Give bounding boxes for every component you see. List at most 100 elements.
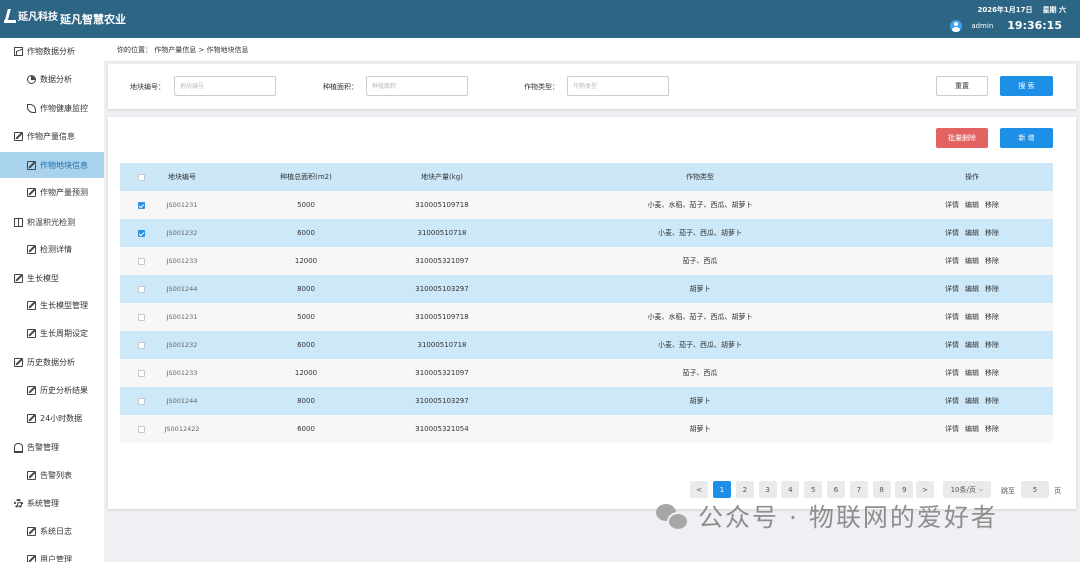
page-button[interactable]: 6	[827, 481, 845, 498]
table-row[interactable]: JS001244 8000 310005103297 胡萝卜 详情 编辑 移除	[120, 275, 1053, 303]
username[interactable]: admin	[971, 22, 993, 30]
page-button[interactable]: 9	[895, 481, 914, 498]
row-checkbox[interactable]	[137, 397, 145, 405]
table-row[interactable]: JS0012422 6000 310005321054 胡萝卜 详情 编辑 移除	[120, 415, 1053, 443]
row-checkbox[interactable]	[137, 313, 145, 321]
row-checkbox[interactable]	[137, 201, 145, 209]
table-panel: 批量删除 新 增 地块编号 种植总面积(m2) 地块产量(kg) 作物类型 操作…	[108, 117, 1076, 509]
remove-link[interactable]: 移除	[985, 312, 999, 322]
sidebar-item-data-analysis[interactable]: 数据分析	[0, 66, 104, 92]
goto-page-input[interactable]: 5	[1021, 481, 1049, 498]
column-header-plot-code[interactable]: 地块编号	[146, 163, 218, 191]
sidebar-item-health-monitor[interactable]: 作物健康监控	[0, 95, 104, 121]
add-button[interactable]: 新 增	[1000, 128, 1053, 148]
edit-link[interactable]: 编辑	[965, 312, 979, 322]
remove-link[interactable]: 移除	[985, 424, 999, 434]
row-checkbox[interactable]	[137, 425, 145, 433]
remove-link[interactable]: 移除	[985, 368, 999, 378]
sidebar-item-model-management[interactable]: 生长模型管理	[0, 292, 104, 318]
edit-link[interactable]: 编辑	[965, 256, 979, 266]
edit-link[interactable]: 编辑	[965, 284, 979, 294]
detail-link[interactable]: 详情	[945, 228, 959, 238]
edit-link[interactable]: 编辑	[965, 228, 979, 238]
row-checkbox[interactable]	[137, 257, 145, 265]
sidebar-group-history[interactable]: 历史数据分析	[14, 357, 75, 368]
sidebar-item-system-log[interactable]: 系统日志	[0, 518, 104, 544]
sidebar-group-alarms[interactable]: 告警管理	[14, 442, 59, 453]
remove-link[interactable]: 移除	[985, 284, 999, 294]
page-button[interactable]: 3	[758, 481, 777, 498]
table-row[interactable]: JS001233 12000 310005321097 茄子、西瓜 详情 编辑 移除	[120, 359, 1053, 387]
search-button[interactable]: 搜 索	[1000, 76, 1053, 96]
detail-link[interactable]: 详情	[945, 200, 959, 210]
crop-type-input[interactable]	[567, 76, 669, 96]
remove-link[interactable]: 移除	[985, 340, 999, 350]
select-all-checkbox[interactable]	[137, 173, 145, 181]
table-row[interactable]: JS001233 12000 310005321097 茄子、西瓜 详情 编辑 移除	[120, 247, 1053, 275]
brand-logo[interactable]: 延凡科技	[4, 8, 58, 23]
sidebar-item-history-results[interactable]: 历史分析结果	[0, 377, 104, 403]
row-checkbox[interactable]	[137, 285, 145, 293]
sidebar-group-accumulated-detection[interactable]: 积温积光检测	[14, 217, 75, 228]
table-row[interactable]: JS001231 5000 310005109718 小麦、水稻、茄子、西瓜、胡萝卜 详…	[120, 303, 1053, 331]
wechat-icon	[656, 504, 689, 531]
prev-page-button[interactable]: <	[690, 481, 708, 498]
detail-link[interactable]: 详情	[945, 312, 959, 322]
chart-icon	[14, 47, 23, 56]
remove-link[interactable]: 移除	[985, 256, 999, 266]
page-button[interactable]: 8	[872, 481, 891, 498]
table-row[interactable]: JS001244 8000 310005103297 胡萝卜 详情 编辑 移除	[120, 387, 1053, 415]
edit-link[interactable]: 编辑	[965, 368, 979, 378]
column-header-area[interactable]: 种植总面积(m2)	[260, 163, 352, 191]
gear-icon	[14, 499, 23, 508]
detail-link[interactable]: 详情	[945, 284, 959, 294]
row-checkbox[interactable]	[137, 229, 145, 237]
detail-link[interactable]: 详情	[945, 368, 959, 378]
page-button[interactable]: 7	[849, 481, 868, 498]
user-avatar-icon[interactable]	[950, 19, 963, 32]
table-row[interactable]: JS001232 6000 31000510718 小麦、茄子、西瓜、胡萝卜 详情 编辑移…	[120, 219, 1053, 247]
remove-link[interactable]: 移除	[985, 228, 999, 238]
sidebar-item-yield-forecast[interactable]: 作物产量预测	[0, 179, 104, 205]
sidebar-group-yield-info[interactable]: 作物产量信息	[14, 131, 75, 142]
crop-type-cell: 茄子、西瓜	[682, 257, 718, 265]
sidebar-item-plot-info[interactable]: 作物地块信息	[0, 152, 104, 178]
page-button[interactable]: 1	[713, 481, 731, 498]
row-checkbox[interactable]	[137, 369, 145, 377]
detail-link[interactable]: 详情	[945, 256, 959, 266]
detail-link[interactable]: 详情	[945, 424, 959, 434]
remove-link[interactable]: 移除	[985, 396, 999, 406]
sidebar-item-detection-detail[interactable]: 检测详情	[0, 236, 104, 262]
table-row[interactable]: JS001232 6000 31000510718 小麦、茄子、西瓜、胡萝卜 详情 编辑移…	[120, 331, 1053, 359]
table-header-row: 地块编号 种植总面积(m2) 地块产量(kg) 作物类型 操作	[120, 163, 1053, 191]
table-row[interactable]: JS001231 5000 310005109718 小麦、水稻、茄子、西瓜、胡萝卜 详…	[120, 191, 1053, 219]
page-button[interactable]: 5	[804, 481, 823, 498]
next-page-button[interactable]: >	[916, 481, 934, 498]
reset-button[interactable]: 重置	[936, 76, 988, 96]
edit-link[interactable]: 编辑	[965, 396, 979, 406]
sidebar-item-user-management[interactable]: 用户管理	[0, 546, 104, 562]
detail-link[interactable]: 详情	[945, 396, 959, 406]
remove-link[interactable]: 移除	[985, 200, 999, 210]
sidebar-group-crop-analysis[interactable]: 作物数据分析	[14, 46, 75, 57]
batch-delete-button[interactable]: 批量删除	[936, 128, 988, 148]
planting-area-input[interactable]	[366, 76, 468, 96]
edit-link[interactable]: 编辑	[965, 424, 979, 434]
sidebar-group-system[interactable]: 系统管理	[14, 498, 59, 509]
page-size-select[interactable]: 10条/页 ⌵	[943, 481, 991, 498]
plot-code-cell: JS001232	[166, 341, 198, 349]
edit-link[interactable]: 编辑	[965, 340, 979, 350]
edit-link[interactable]: 编辑	[965, 200, 979, 210]
column-header-crop-type[interactable]: 作物类型	[620, 163, 780, 191]
page-button[interactable]: 2	[735, 481, 754, 498]
sidebar-item-alarm-list[interactable]: 告警列表	[0, 462, 104, 488]
sidebar-item-24h-data[interactable]: 24小时数据	[0, 405, 104, 431]
sidebar-group-growth-model[interactable]: 生长模型	[14, 273, 59, 284]
sidebar-item-cycle-setting[interactable]: 生长周期设定	[0, 320, 104, 346]
page-button[interactable]: 4	[781, 481, 800, 498]
plot-code-input[interactable]	[174, 76, 276, 96]
column-header-yield[interactable]: 地块产量(kg)	[392, 163, 492, 191]
row-checkbox[interactable]	[137, 341, 145, 349]
detail-link[interactable]: 详情	[945, 340, 959, 350]
book-icon	[14, 218, 23, 227]
